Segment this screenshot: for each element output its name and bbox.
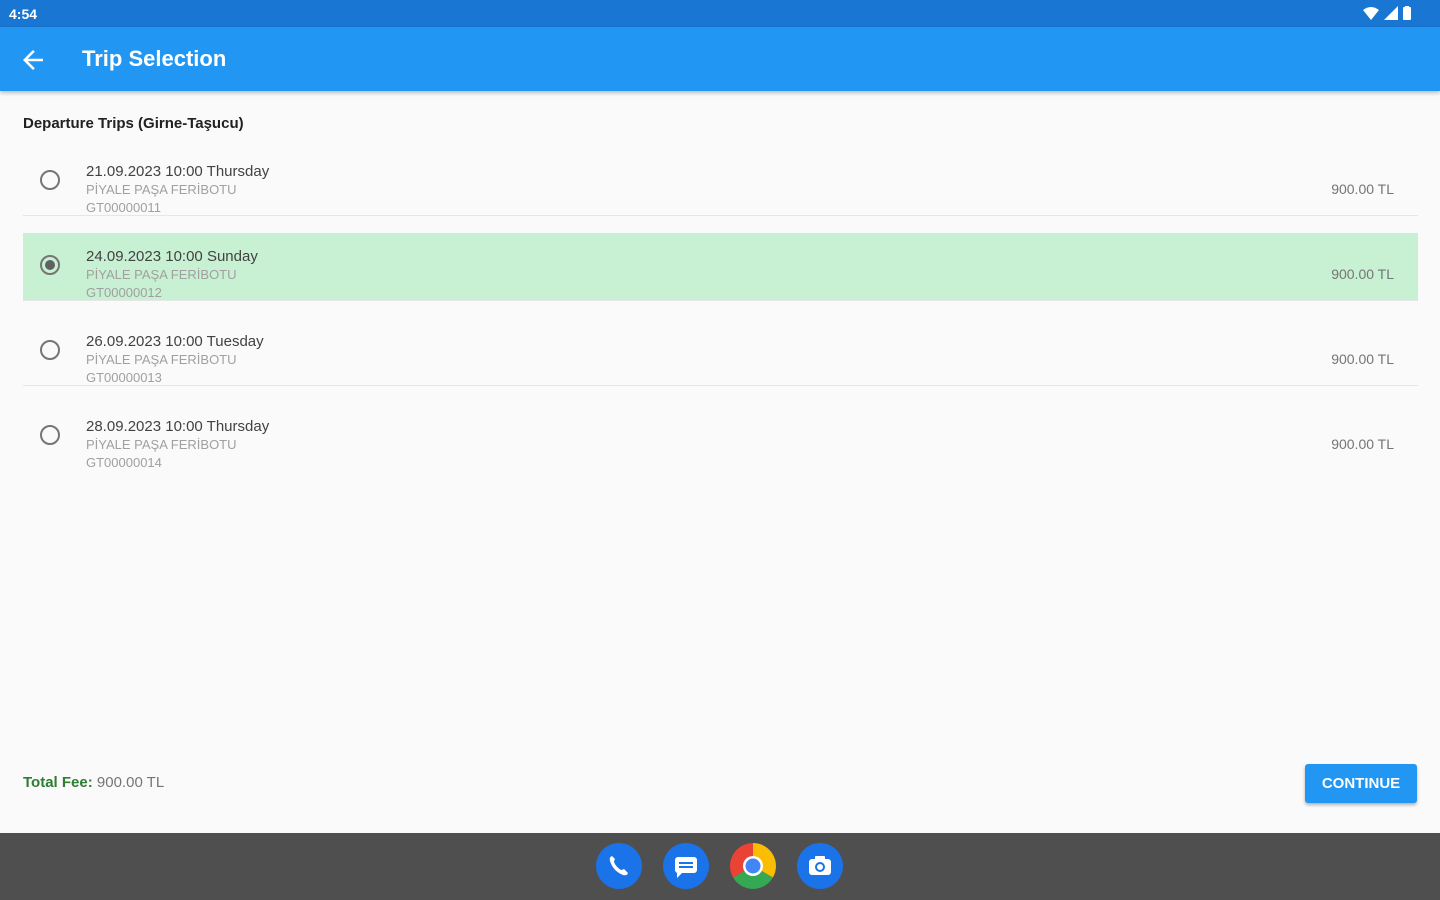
trip-info: 28.09.2023 10:00 Thursday PİYALE PAŞA FE… — [86, 417, 269, 472]
trip-ship: PİYALE PAŞA FERİBOTU — [86, 352, 237, 367]
trip-row[interactable]: 26.09.2023 10:00 Tuesday PİYALE PAŞA FER… — [23, 318, 1418, 386]
trip-ship: PİYALE PAŞA FERİBOTU — [86, 437, 237, 452]
continue-button[interactable]: CONTINUE — [1305, 764, 1417, 803]
trip-price: 900.00 TL — [1331, 181, 1394, 197]
trip-ship: PİYALE PAŞA FERİBOTU — [86, 267, 237, 282]
chrome-icon[interactable] — [730, 843, 776, 889]
messages-icon[interactable] — [663, 843, 709, 889]
trip-info: 24.09.2023 10:00 Sunday PİYALE PAŞA FERİ… — [86, 247, 258, 302]
trip-code: GT00000012 — [86, 285, 162, 300]
page-title: Trip Selection — [82, 46, 227, 71]
trip-radio[interactable] — [40, 340, 60, 360]
trip-radio[interactable] — [40, 170, 60, 190]
status-bar: 4:54 — [0, 0, 1440, 27]
status-icons — [1363, 6, 1411, 20]
trip-list: 21.09.2023 10:00 Thursday PİYALE PAŞA FE… — [23, 148, 1418, 487]
trip-price: 900.00 TL — [1331, 266, 1394, 282]
total-fee-value: 900.00 TL — [96, 774, 165, 791]
trip-radio[interactable] — [40, 425, 60, 445]
trip-info: 26.09.2023 10:00 Tuesday PİYALE PAŞA FER… — [86, 332, 264, 387]
status-time: 4:54 — [9, 6, 38, 22]
trip-date: 21.09.2023 10:00 Thursday — [86, 163, 270, 180]
trip-info: 21.09.2023 10:00 Thursday PİYALE PAŞA FE… — [86, 162, 269, 217]
total-fee: Total Fee: 900.00 TL — [23, 774, 164, 791]
trip-code: GT00000011 — [86, 200, 161, 215]
trip-radio[interactable] — [40, 255, 60, 275]
arrow-back-icon — [23, 50, 43, 70]
signal-icon — [1384, 6, 1398, 20]
trip-price: 900.00 TL — [1331, 351, 1394, 367]
trip-date: 24.09.2023 10:00 Sunday — [86, 248, 258, 265]
trip-date: 26.09.2023 10:00 Tuesday — [86, 333, 264, 350]
trip-price: 900.00 TL — [1331, 436, 1394, 452]
camera-icon[interactable] — [797, 843, 843, 889]
trip-row[interactable]: 28.09.2023 10:00 Thursday PİYALE PAŞA FE… — [23, 403, 1418, 470]
phone-icon[interactable] — [596, 843, 642, 889]
app-dock — [596, 843, 843, 889]
total-fee-label: Total Fee: — [23, 774, 93, 791]
trip-code: GT00000013 — [86, 370, 162, 385]
back-button[interactable] — [18, 45, 48, 75]
trip-row[interactable]: 24.09.2023 10:00 Sunday PİYALE PAŞA FERİ… — [23, 233, 1418, 301]
trip-code: GT00000014 — [86, 455, 162, 470]
trip-ship: PİYALE PAŞA FERİBOTU — [86, 182, 237, 197]
app-bar: Trip Selection — [0, 27, 1440, 91]
nav-bar — [0, 833, 1440, 900]
wifi-icon — [1363, 6, 1379, 20]
battery-icon — [1403, 6, 1411, 20]
trip-row[interactable]: 21.09.2023 10:00 Thursday PİYALE PAŞA FE… — [23, 148, 1418, 216]
section-title: Departure Trips (Girne-Taşucu) — [23, 115, 244, 132]
trip-date: 28.09.2023 10:00 Thursday — [86, 418, 270, 435]
